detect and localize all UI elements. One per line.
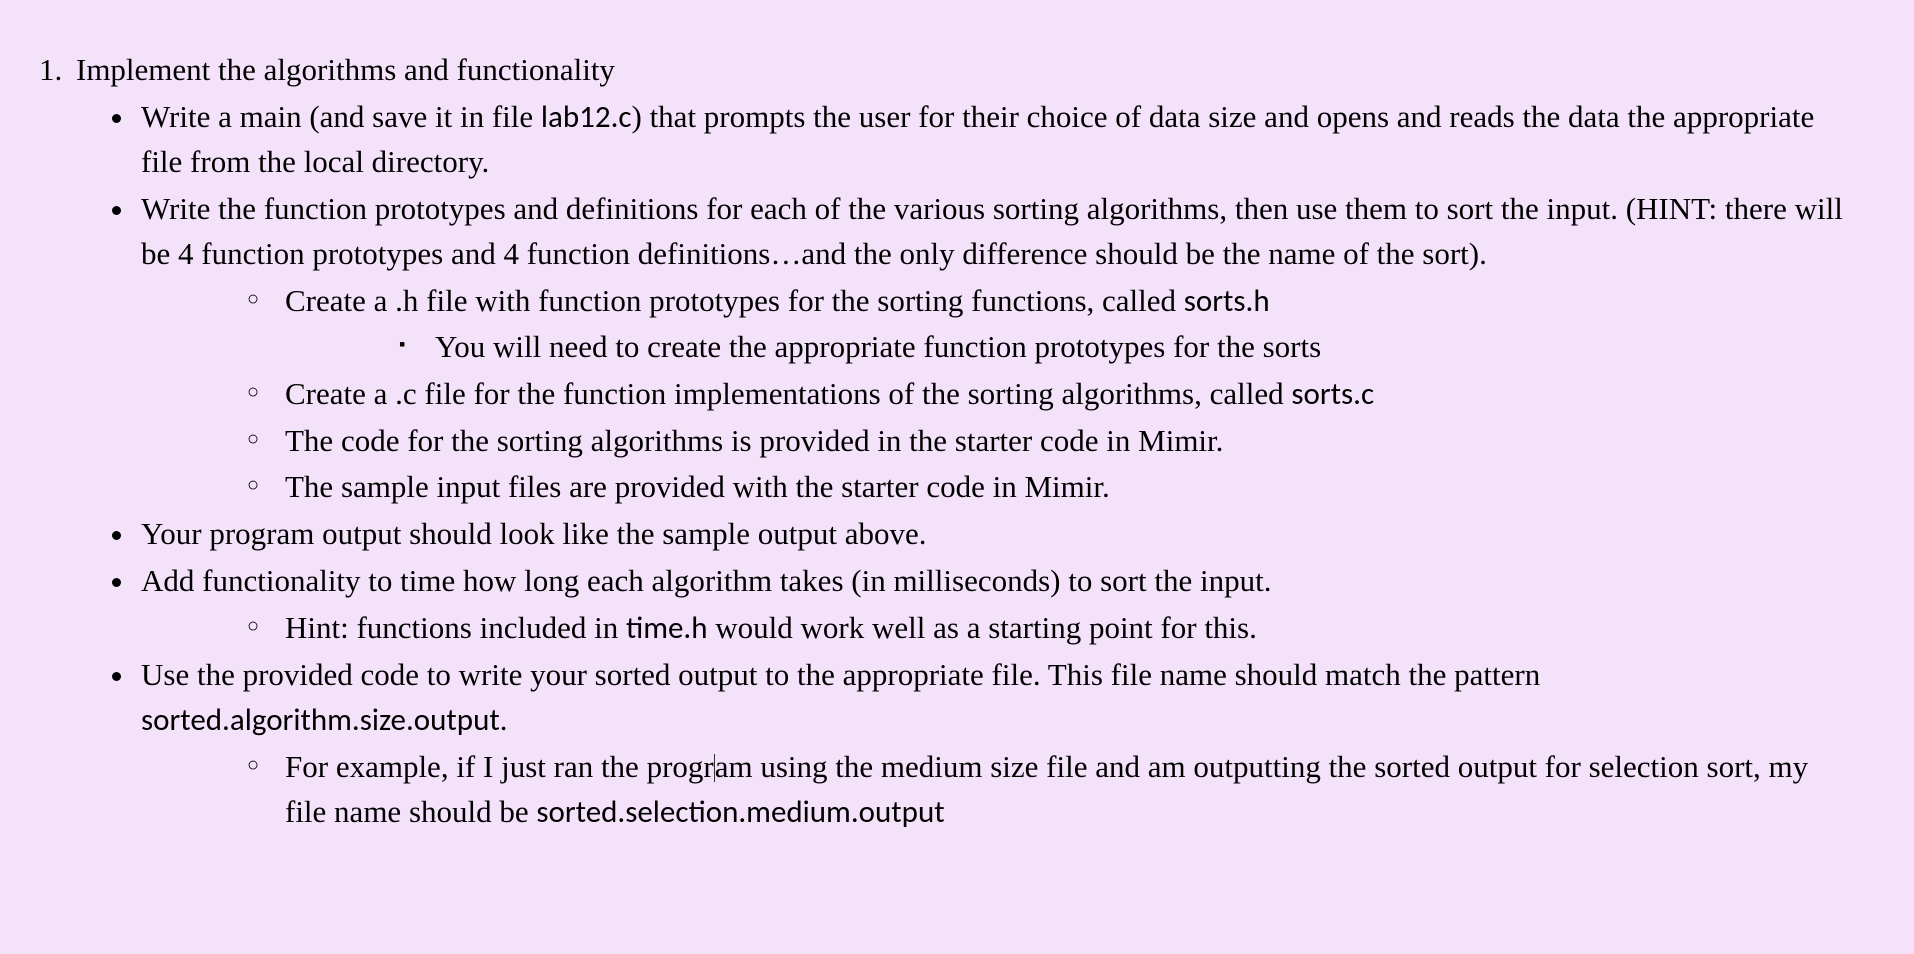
list-item: For example, if I just ran the program u… xyxy=(247,745,1854,835)
text: Create a .h file with function prototype… xyxy=(285,283,1184,318)
list-item: Write a main (and save it in file lab12.… xyxy=(137,95,1854,185)
list-item: Create a .c file for the function implem… xyxy=(247,372,1854,417)
inline-code: sorts.c xyxy=(1291,375,1374,413)
sub-sub-list: You will need to create the appropriate … xyxy=(285,325,1854,370)
sub-list: For example, if I just ran the program u… xyxy=(141,745,1854,835)
text: Write the function prototypes and defini… xyxy=(141,191,1843,271)
list-item: Use the provided code to write your sort… xyxy=(137,653,1854,835)
inline-code: sorted.algorithm.size.output xyxy=(141,701,500,739)
list-item: The sample input files are provided with… xyxy=(247,465,1854,510)
text: Write a main (and save it in file xyxy=(141,99,541,134)
list-item: The code for the sorting algorithms is p… xyxy=(247,419,1854,464)
list-item: Your program output should look like the… xyxy=(137,512,1854,557)
list-item: Write the function prototypes and defini… xyxy=(137,187,1854,511)
inline-code: lab12.c xyxy=(541,98,632,136)
inline-code: time.h xyxy=(626,609,708,647)
text: would work well as a starting point for … xyxy=(708,610,1257,645)
item-title: Implement the algorithms and functionali… xyxy=(76,52,615,87)
text: Create a .c file for the function implem… xyxy=(285,376,1291,411)
ordered-list: Implement the algorithms and functionali… xyxy=(30,48,1854,835)
text: Hint: functions included in xyxy=(285,610,626,645)
text: For example, if I just ran the progr xyxy=(285,749,714,784)
list-item: Hint: functions included in time.h would… xyxy=(247,606,1854,651)
bullet-list: Write a main (and save it in file lab12.… xyxy=(76,95,1854,835)
text: You will need to create the appropriate … xyxy=(435,329,1321,364)
list-item: Add functionality to time how long each … xyxy=(137,559,1854,651)
text: Your program output should look like the… xyxy=(141,516,927,551)
inline-code: sorts.h xyxy=(1184,282,1270,320)
list-item: Create a .h file with function prototype… xyxy=(247,279,1854,370)
sub-list: Create a .h file with function prototype… xyxy=(141,279,1854,511)
text: . xyxy=(500,702,508,737)
text: The sample input files are provided with… xyxy=(285,469,1110,504)
list-item: You will need to create the appropriate … xyxy=(399,325,1854,370)
text: Add functionality to time how long each … xyxy=(141,563,1271,598)
text: The code for the sorting algorithms is p… xyxy=(285,423,1223,458)
list-item: Implement the algorithms and functionali… xyxy=(70,48,1854,835)
document-page: Implement the algorithms and functionali… xyxy=(0,0,1914,859)
sub-list: Hint: functions included in time.h would… xyxy=(141,606,1854,651)
inline-code: sorted.selection.medium.output xyxy=(536,793,944,831)
text: Use the provided code to write your sort… xyxy=(141,657,1540,692)
